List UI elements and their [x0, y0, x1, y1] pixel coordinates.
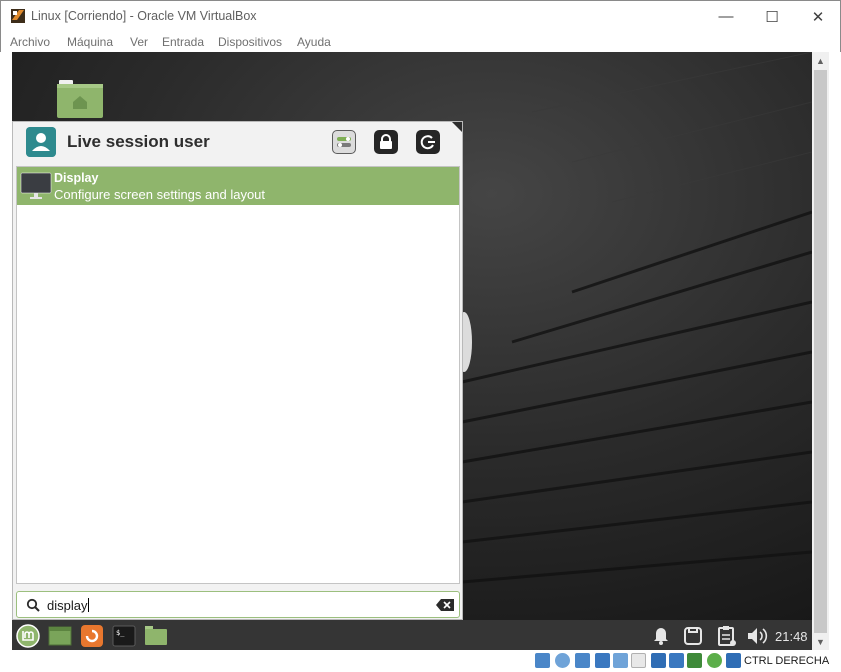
search-results-list: Display Configure screen settings and la… — [16, 166, 460, 584]
home-folder-icon[interactable] — [57, 80, 103, 118]
start-menu: Live session user Display Configure scre… — [12, 121, 463, 620]
network-icon[interactable] — [595, 653, 610, 668]
result-title: Display — [54, 171, 99, 185]
display-status-icon[interactable] — [651, 653, 666, 668]
display-tray-button[interactable] — [680, 623, 706, 649]
show-desktop-icon — [48, 626, 72, 646]
audio-icon[interactable] — [575, 653, 590, 668]
scrollbar-thumb[interactable] — [814, 70, 827, 633]
scroll-down-arrow-icon[interactable]: ▼ — [812, 633, 829, 650]
keyboard-capture-icon[interactable] — [726, 653, 741, 668]
guest-taskbar: $_ 21:48 — [12, 620, 812, 652]
virtualbox-icon — [11, 9, 25, 23]
settings-toggle-icon — [337, 137, 351, 147]
volume-tray-button[interactable] — [744, 623, 770, 649]
menu-maquina[interactable]: Máquina — [67, 35, 113, 49]
mint-menu-button[interactable] — [15, 623, 41, 649]
status-bar: CTRL DERECHA — [0, 650, 841, 672]
result-item-display[interactable]: Display Configure screen settings and la… — [17, 167, 459, 205]
menubar: Archivo Máquina Ver Entrada Dispositivos… — [0, 31, 841, 52]
mint-menu-icon — [16, 624, 40, 648]
volume-icon — [748, 628, 768, 644]
search-value: display — [47, 598, 90, 613]
guest-screen[interactable]: Live session user Display Configure scre… — [12, 52, 812, 652]
scroll-up-arrow-icon[interactable]: ▲ — [812, 52, 829, 69]
firefox-button[interactable] — [79, 623, 105, 649]
host-key-label: CTRL DERECHA — [744, 655, 830, 667]
vertical-scrollbar[interactable]: ▲ ▼ — [812, 52, 829, 650]
files-icon — [145, 626, 167, 645]
search-input[interactable]: display — [16, 591, 460, 618]
hard-disk-icon[interactable] — [535, 653, 550, 668]
menu-corner-decoration — [452, 122, 462, 132]
menu-ayuda[interactable]: Ayuda — [297, 35, 331, 49]
menu-dispositivos[interactable]: Dispositivos — [218, 35, 282, 49]
logout-icon — [420, 135, 435, 150]
optical-drive-icon[interactable] — [555, 653, 570, 668]
notifications-icon — [654, 628, 668, 645]
search-icon — [26, 598, 40, 612]
virtualization-icon[interactable] — [687, 653, 702, 668]
user-avatar-icon[interactable] — [26, 127, 56, 157]
maximize-button[interactable]: ☐ — [749, 1, 795, 32]
backspace-icon[interactable] — [436, 599, 454, 611]
display-icon — [684, 627, 702, 645]
result-description: Configure screen settings and layout — [54, 187, 266, 202]
terminal-button[interactable]: $_ — [111, 623, 137, 649]
svg-text:$_: $_ — [116, 629, 125, 637]
usb-icon[interactable] — [613, 653, 628, 668]
menu-archivo[interactable]: Archivo — [10, 35, 50, 49]
show-desktop-button[interactable] — [47, 623, 73, 649]
minimize-button[interactable]: — — [703, 1, 749, 32]
video-capture-icon[interactable] — [669, 653, 684, 668]
monitor-icon — [20, 172, 52, 199]
shared-folders-icon[interactable] — [631, 653, 646, 668]
files-button[interactable] — [143, 623, 169, 649]
user-name: Live session user — [67, 132, 210, 151]
logout-button[interactable] — [416, 130, 440, 154]
lock-icon — [380, 134, 392, 149]
lock-screen-button[interactable] — [374, 130, 398, 154]
window-title: Linux [Corriendo] - Oracle VM VirtualBox — [31, 9, 257, 23]
settings-toggle-button[interactable] — [332, 130, 356, 154]
mouse-integration-icon[interactable] — [707, 653, 722, 668]
menu-entrada[interactable]: Entrada — [162, 35, 204, 49]
clipboard-tray-button[interactable] — [714, 623, 740, 649]
notifications-button[interactable] — [648, 623, 674, 649]
window-titlebar[interactable]: Linux [Corriendo] - Oracle VM VirtualBox… — [0, 0, 841, 31]
clipboard-icon — [718, 626, 736, 646]
clock[interactable]: 21:48 — [775, 629, 808, 644]
menu-ver[interactable]: Ver — [130, 35, 148, 49]
close-button[interactable]: ✕ — [795, 1, 841, 32]
terminal-icon: $_ — [112, 625, 136, 647]
firefox-icon — [81, 625, 103, 647]
